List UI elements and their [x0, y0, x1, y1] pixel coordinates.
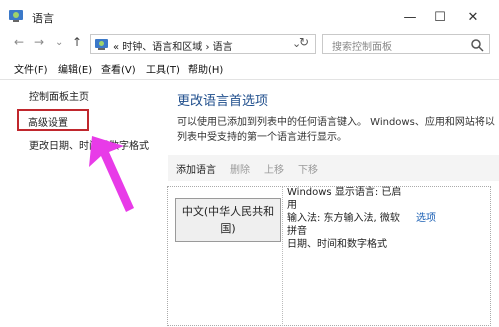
move-up-button[interactable]: 上移	[264, 161, 284, 176]
remove-button[interactable]: 删除	[230, 161, 250, 176]
divider	[282, 187, 284, 326]
language-toolbar: 添加语言 删除 上移 下移	[168, 155, 499, 181]
language-item-chinese[interactable]: 中文(中华人民共和国)	[175, 198, 281, 242]
page-title: 更改语言首选项	[177, 94, 269, 109]
language-detail-format: 日期、时间和数字格式	[287, 239, 387, 250]
language-detail-input: 输入法: 东方输入法, 微软拼音	[287, 213, 400, 237]
language-details: Windows 显示语言: 已启用 输入法: 东方输入法, 微软拼音 日期、时间…	[287, 186, 407, 251]
page-description: 可以使用已添加到列表中的任何语言键入。 Windows、应用和网站将以列表中受支…	[177, 117, 495, 143]
move-down-button[interactable]: 下移	[298, 161, 318, 176]
control-panel-window: 语言 — ☐ ✕ ← → ⌄ ↑ « 时钟、语言和区域 › 语言 ⌄ ↻ 搜索控…	[0, 0, 499, 327]
options-link[interactable]: 选项	[416, 209, 436, 224]
language-detail-display: Windows 显示语言: 已启用	[287, 187, 402, 211]
add-language-button[interactable]: 添加语言	[176, 161, 216, 176]
